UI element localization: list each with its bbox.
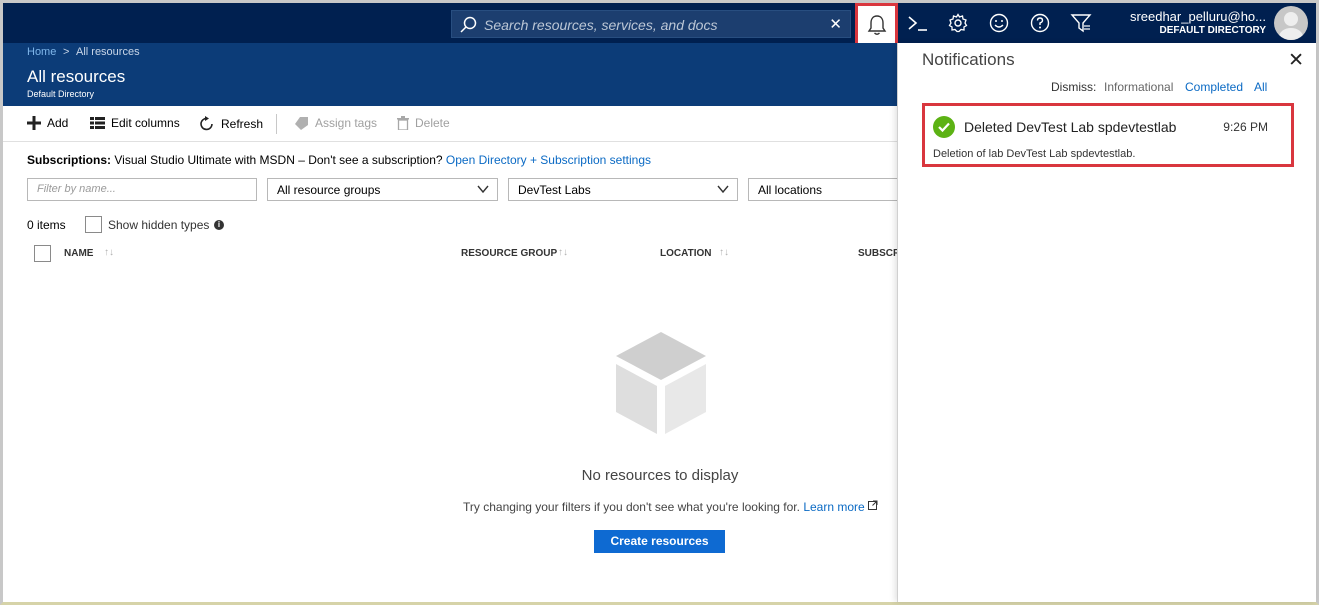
assign-tags-label: Assign tags	[315, 116, 378, 130]
external-link-icon	[868, 500, 878, 510]
delete-button[interactable]: Delete	[397, 116, 450, 130]
breadcrumb-separator: >	[63, 46, 70, 58]
page-subtitle: Default Directory	[27, 89, 95, 99]
search-icon	[460, 16, 477, 33]
type-dropdown[interactable]: DevTest Labs	[508, 178, 738, 201]
smiley-icon	[989, 13, 1009, 33]
notification-item[interactable]: Deleted DevTest Lab spdevtestlab 9:26 PM…	[922, 103, 1294, 167]
subscriptions-line: Subscriptions: Visual Studio Ultimate wi…	[27, 153, 651, 167]
settings-button[interactable]	[938, 3, 978, 43]
delete-label: Delete	[415, 116, 450, 130]
notification-title: Deleted DevTest Lab spdevtestlab	[964, 119, 1177, 135]
add-button[interactable]: Add	[27, 116, 68, 130]
gear-icon	[948, 13, 968, 33]
subscriptions-value: Visual Studio Ultimate with MSDN – Don't…	[114, 153, 443, 167]
avatar[interactable]	[1274, 6, 1308, 40]
dismiss-completed-link[interactable]: Completed	[1185, 80, 1243, 94]
type-value: DevTest Labs	[518, 183, 591, 197]
directory-filter-icon	[1070, 14, 1092, 33]
breadcrumb: Home > All resources	[3, 43, 897, 61]
user-name: sreedhar_pelluru@ho...	[1129, 9, 1266, 24]
name-filter-placeholder: Filter by name...	[37, 183, 116, 195]
empty-cube-icon	[616, 332, 706, 434]
show-hidden-label: Show hidden types	[108, 218, 210, 232]
search-input[interactable]: Search resources, services, and docs	[484, 17, 717, 33]
directory-filter-button[interactable]	[1061, 3, 1101, 43]
dismiss-informational-link[interactable]: Informational	[1104, 80, 1173, 94]
search-box[interactable]: Search resources, services, and docs ✕	[451, 10, 851, 38]
notifications-title: Notifications	[922, 50, 1015, 69]
search-clear-button[interactable]: ✕	[829, 15, 842, 33]
resource-group-value: All resource groups	[277, 183, 381, 197]
notification-time: 9:26 PM	[1223, 120, 1268, 134]
tag-icon	[295, 117, 308, 130]
empty-state-title: No resources to display	[581, 467, 739, 484]
command-bar: Add Edit columns Refresh Assign tags Del…	[3, 106, 897, 142]
sort-icon[interactable]: ↑↓	[558, 247, 568, 258]
column-header-location[interactable]: LOCATION	[660, 248, 711, 259]
edit-columns-button[interactable]: Edit columns	[90, 116, 180, 130]
learn-more-link[interactable]: Learn more	[803, 500, 864, 514]
success-icon	[933, 116, 955, 138]
item-count: 0 items	[27, 218, 66, 232]
refresh-label: Refresh	[221, 117, 264, 131]
help-icon	[1030, 13, 1050, 33]
subscription-settings-link[interactable]: Open Directory + Subscription settings	[446, 153, 651, 167]
cloud-shell-icon	[908, 16, 927, 31]
show-hidden-checkbox[interactable]	[85, 216, 102, 233]
toolbar-divider	[276, 114, 277, 134]
columns-icon	[90, 117, 105, 129]
refresh-icon	[200, 116, 213, 131]
location-dropdown[interactable]: All locations	[748, 178, 900, 201]
dismiss-label: Dismiss:	[1051, 80, 1097, 94]
chevron-down-icon	[477, 185, 489, 194]
assign-tags-button[interactable]: Assign tags	[295, 116, 377, 130]
add-label: Add	[47, 116, 69, 130]
edit-columns-label: Edit columns	[111, 116, 180, 130]
blade-header: All resources Default Directory	[3, 61, 897, 106]
page-title: All resources	[27, 67, 126, 86]
notifications-panel: Notifications ✕ Dismiss: Informational C…	[897, 43, 1316, 602]
plus-icon	[27, 116, 41, 130]
trash-icon	[397, 116, 409, 130]
sort-icon[interactable]: ↑↓	[719, 247, 729, 258]
breadcrumb-current: All resources	[76, 46, 140, 58]
chevron-down-icon	[717, 185, 729, 194]
cloud-shell-button[interactable]	[898, 3, 938, 43]
feedback-button[interactable]	[979, 3, 1019, 43]
breadcrumb-home[interactable]: Home	[27, 46, 56, 58]
bell-icon	[867, 15, 886, 35]
user-directory: DEFAULT DIRECTORY	[1159, 25, 1266, 36]
subscriptions-label: Subscriptions:	[27, 153, 112, 167]
empty-state-hint: Try changing your filters if you don't s…	[463, 500, 878, 514]
location-value: All locations	[758, 183, 823, 197]
select-all-checkbox[interactable]	[34, 245, 51, 262]
user-avatar-icon	[1279, 12, 1303, 40]
column-header-name[interactable]: NAME	[64, 248, 93, 259]
dismiss-all-link[interactable]: All	[1254, 80, 1267, 94]
sort-icon[interactable]: ↑↓	[104, 247, 114, 258]
notifications-button[interactable]	[855, 3, 898, 47]
refresh-button[interactable]: Refresh	[199, 116, 263, 132]
resource-group-dropdown[interactable]: All resource groups	[267, 178, 498, 201]
help-button[interactable]	[1020, 3, 1060, 43]
empty-hint-text: Try changing your filters if you don't s…	[463, 500, 800, 514]
close-icon[interactable]: ✕	[1288, 49, 1304, 72]
column-header-resource-group[interactable]: RESOURCE GROUP	[461, 248, 557, 259]
checkmark-icon	[938, 122, 950, 133]
name-filter-input[interactable]: Filter by name...	[27, 178, 257, 201]
create-resources-button[interactable]: Create resources	[594, 530, 725, 553]
notification-description: Deletion of lab DevTest Lab spdevtestlab…	[933, 148, 1136, 160]
top-bar: Search resources, services, and docs ✕ s…	[3, 3, 1316, 47]
info-icon[interactable]: i	[214, 220, 224, 230]
user-account[interactable]: sreedhar_pelluru@ho... DEFAULT DIRECTORY	[1130, 9, 1266, 36]
